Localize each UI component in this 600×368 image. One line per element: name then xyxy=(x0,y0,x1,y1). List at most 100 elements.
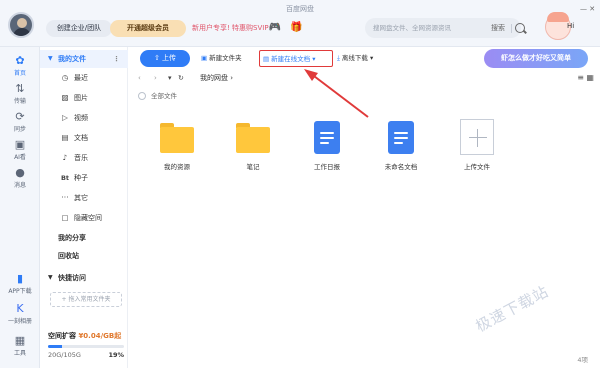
rail-item-ai[interactable]: ▣ AI看 xyxy=(0,138,40,162)
add-quick-access-button[interactable]: + 拖入常用文件夹 xyxy=(50,292,122,307)
file-name: 上传文件 xyxy=(464,163,490,171)
sidebar-item-label: 其它 xyxy=(74,194,88,202)
storage-footer: 20G/105G 19% xyxy=(48,351,124,360)
rail-item-album[interactable]: K 一刻相册 xyxy=(0,303,40,326)
rail-item-tools[interactable]: ▦ 工具 xyxy=(0,335,40,358)
app-download-icon: ▮ xyxy=(16,272,24,285)
more-icon: ··· xyxy=(61,193,69,202)
forward-icon[interactable]: › xyxy=(154,71,157,85)
storage-bar-fill xyxy=(48,345,63,348)
document-icon: ▤ xyxy=(61,133,69,142)
create-enterprise-button[interactable]: 创建企业/团队 xyxy=(46,20,112,37)
file-name: 工作日报 xyxy=(314,163,340,171)
clock-icon: ◷ xyxy=(61,73,69,82)
app-title: 百度网盘 xyxy=(286,5,314,13)
ai-icon: ▣ xyxy=(14,138,26,151)
back-icon[interactable]: ‹ xyxy=(138,71,141,85)
rail-item-app-download[interactable]: ▮ APP下载 xyxy=(0,272,40,296)
promo-banner[interactable]: 虾怎么做才好吃又简单 xyxy=(484,49,588,68)
search-icon[interactable] xyxy=(515,23,525,33)
mascot-hair xyxy=(547,12,569,22)
search-placeholder: 搜网盘文件、全网资源资讯 xyxy=(373,24,451,32)
sidebar-item-my-share[interactable]: 我的分享 xyxy=(40,229,128,247)
bt-icon: Bt xyxy=(60,174,70,182)
window-controls[interactable]: — ✕ xyxy=(580,5,598,13)
storage-usage: 20G/105G xyxy=(48,351,81,359)
main-content: ⇧ 上传 ▣ 新建文件夹 ▤ 新建在线文档 ▾ ⤓ 离线下载 ▾ 虾怎么做才好吃又简单… xyxy=(128,47,600,368)
avatar[interactable] xyxy=(8,12,34,38)
upload-button[interactable]: ⇧ 上传 xyxy=(140,50,190,67)
sidebar-item-recycle-bin[interactable]: 回收站 xyxy=(40,247,128,265)
new-online-doc-button[interactable]: ▤ 新建在线文档 ▾ xyxy=(259,50,333,67)
sidebar-item-videos[interactable]: ▷ 视频 xyxy=(40,109,128,127)
plus-icon xyxy=(460,119,494,155)
chevron-down-icon: ▼ xyxy=(48,274,53,281)
vip-button[interactable]: 开通超级会员 xyxy=(110,20,186,37)
chevron-down-icon: ▾ xyxy=(369,54,374,62)
sidebar-item-recent[interactable]: ◷ 最近 xyxy=(40,69,128,87)
sidebar-item-documents[interactable]: ▤ 文档 xyxy=(40,129,128,147)
select-all-checkbox[interactable] xyxy=(138,92,146,100)
lock-icon: ▢ xyxy=(61,213,69,222)
rail-item-home[interactable]: ✿ 首页 xyxy=(0,54,40,78)
rail-item-sync[interactable]: ⟳ 同步 xyxy=(0,110,40,134)
sidebar-item-label: 音乐 xyxy=(74,154,88,162)
folder-icon xyxy=(160,123,194,153)
sidebar-item-label: 我的文件 xyxy=(58,55,86,63)
dropdown-icon[interactable]: ▾ xyxy=(168,71,172,85)
download-icon: ⤓ xyxy=(337,54,340,62)
view-toggle[interactable]: ≡ ▦ xyxy=(577,71,594,85)
sync-icon: ⟳ xyxy=(15,110,25,123)
rail-label: APP下载 xyxy=(8,288,32,295)
promo-link[interactable]: 新用户专享! 特惠购SVIP xyxy=(192,20,269,37)
select-all[interactable]: 全部文件 xyxy=(138,91,177,101)
music-icon: ♪ xyxy=(62,153,68,162)
mascot-avatar[interactable]: Hi xyxy=(545,12,577,42)
sidebar-item-images[interactable]: ▨ 图片 xyxy=(40,89,128,107)
storage-title: 空间扩容 ¥0.04/GB起 xyxy=(48,331,124,341)
upload-icon: ⇧ xyxy=(153,54,160,62)
sidebar-item-hidden-space[interactable]: ▢ 隐藏空间 xyxy=(40,209,128,227)
search-input[interactable]: 搜网盘文件、全网资源资讯 搜索 xyxy=(365,18,521,38)
home-icon: ✿ xyxy=(15,54,25,67)
sidebar-item-music[interactable]: ♪ 音乐 xyxy=(40,149,128,167)
title-bar: 百度网盘 创建企业/团队 开通超级会员 新用户专享! 特惠购SVIP 🎮 🎁 搜… xyxy=(0,0,600,47)
chevron-down-icon: ▾ xyxy=(312,55,316,63)
sidebar-item-quick-access[interactable]: ▼ 快捷访问 xyxy=(40,269,128,287)
sidebar-item-my-files[interactable]: ▼ 我的文件 ⋮ xyxy=(40,50,128,68)
greeting-label: Hi xyxy=(567,22,575,30)
storage-title-text: 空间扩容 xyxy=(48,332,76,340)
nav-rail: ✿ 首页 ⇅ 传输 ⟳ 同步 ▣ AI看 ● 消息 ▮ APP下载 K 一刻相册… xyxy=(0,47,40,368)
sidebar-item-label: 我的分享 xyxy=(58,234,86,242)
image-icon: ▨ xyxy=(61,93,69,102)
sidebar: ▼ 我的文件 ⋮ ◷ 最近 ▨ 图片 ▷ 视频 ▤ 文档 ♪ 音乐 Bt 种子 … xyxy=(40,47,128,368)
more-options-icon[interactable]: ⋮ xyxy=(113,50,120,68)
folder-icon xyxy=(236,123,270,153)
upload-label: 上传 xyxy=(162,54,177,62)
gift-icon[interactable]: 🎁 xyxy=(290,22,302,34)
sidebar-item-label: 最近 xyxy=(74,74,88,82)
storage-price: ¥0.04/GB起 xyxy=(78,332,122,340)
storage-percent: 19% xyxy=(108,351,124,359)
divider xyxy=(511,24,512,33)
offline-download-button[interactable]: ⤓ 离线下载 ▾ xyxy=(337,50,393,67)
rail-label: 一刻相册 xyxy=(7,318,32,325)
new-online-doc-label: 新建在线文档 xyxy=(271,55,311,63)
storage-panel[interactable]: 空间扩容 ¥0.04/GB起 20G/105G 19% xyxy=(48,331,124,360)
folder-add-icon: ▣ xyxy=(201,54,208,62)
rail-item-transfer[interactable]: ⇅ 传输 xyxy=(0,83,40,106)
refresh-icon[interactable]: ↻ xyxy=(178,71,184,85)
search-button[interactable]: 搜索 xyxy=(491,18,505,38)
sidebar-item-label: 文档 xyxy=(74,134,88,142)
new-folder-button[interactable]: ▣ 新建文件夹 xyxy=(201,50,255,67)
watermark: 极速下载站 xyxy=(472,282,552,336)
game-icon[interactable]: 🎮 xyxy=(268,22,282,34)
doc-icon xyxy=(314,121,340,154)
rail-item-message[interactable]: ● 消息 xyxy=(0,167,40,190)
rail-label: 消息 xyxy=(13,182,26,189)
sidebar-item-torrents[interactable]: Bt 种子 xyxy=(40,169,128,187)
breadcrumb[interactable]: 我的网盘 › xyxy=(200,71,233,85)
file-name: 未命名文档 xyxy=(384,163,418,171)
sidebar-item-other[interactable]: ··· 其它 xyxy=(40,189,128,207)
rail-label: AI看 xyxy=(14,154,26,161)
